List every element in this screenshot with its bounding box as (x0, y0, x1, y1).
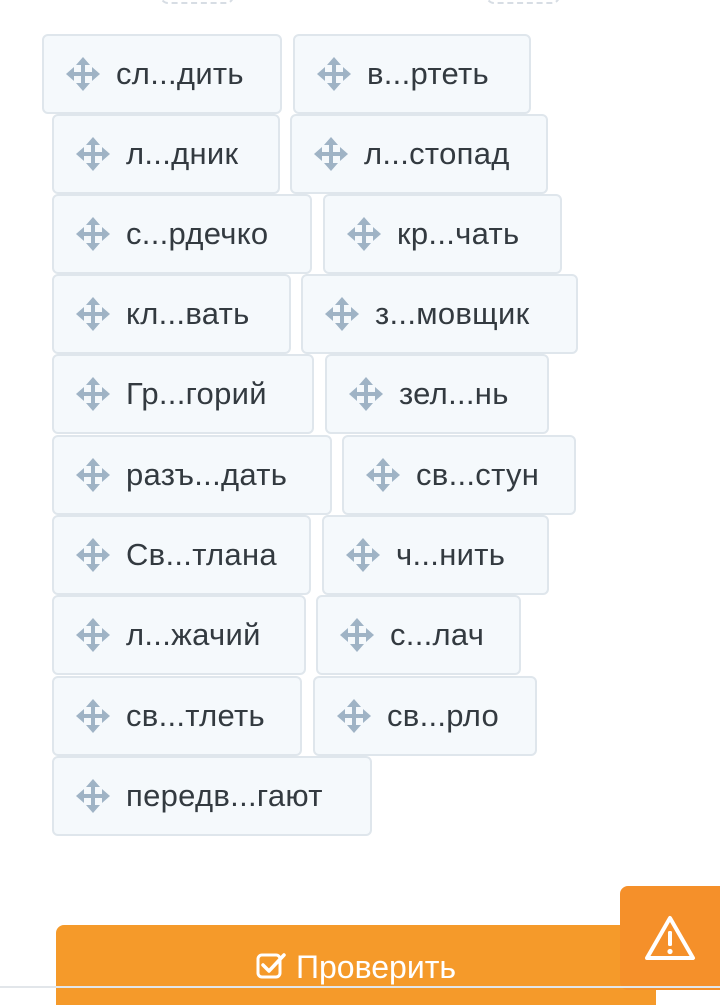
draggable-word-chip[interactable]: л...стопад (290, 114, 548, 194)
move-icon (349, 377, 383, 411)
draggable-word-chip[interactable]: л...жачий (52, 595, 306, 675)
draggable-word-chip[interactable]: св...рло (313, 676, 537, 756)
move-icon (346, 538, 380, 572)
word-text: Св...тлана (126, 537, 277, 572)
draggable-word-chip[interactable]: разъ...дать (52, 435, 332, 515)
move-icon (314, 137, 348, 171)
draggable-word-chip[interactable]: Св...тлана (52, 515, 311, 595)
draggable-word-chip[interactable]: с...лач (316, 595, 521, 675)
draggable-word-chip[interactable]: св...тлеть (52, 676, 302, 756)
word-text: л...стопад (364, 136, 510, 171)
word-text: св...стун (416, 457, 540, 492)
move-icon (347, 217, 381, 251)
word-text: кл...вать (126, 296, 250, 331)
word-text: с...рдечко (126, 216, 269, 251)
draggable-word-chip[interactable]: з...мовщик (301, 274, 578, 354)
word-text: ч...нить (396, 537, 506, 572)
divider (0, 986, 720, 988)
word-text: в...ртеть (367, 56, 489, 91)
checkbox-check-icon (256, 953, 286, 979)
drag-drop-exercise: сл...дить в...ртеть л...дник л...стопад … (0, 0, 720, 1005)
word-text: передв...гают (126, 778, 323, 813)
drop-zone[interactable] (486, 0, 560, 4)
draggable-word-chip[interactable]: л...дник (52, 114, 280, 194)
word-text: л...дник (126, 136, 239, 171)
move-icon (76, 779, 110, 813)
move-icon (66, 57, 100, 91)
move-icon (76, 137, 110, 171)
word-text: с...лач (390, 617, 485, 652)
move-icon (76, 538, 110, 572)
draggable-word-chip[interactable]: в...ртеть (293, 34, 531, 114)
check-button-label: Проверить (295, 949, 457, 985)
draggable-word-chip[interactable]: ч...нить (322, 515, 549, 595)
draggable-word-chip[interactable]: зел...нь (325, 354, 549, 434)
warning-triangle-icon (645, 916, 695, 960)
word-text: л...жачий (126, 617, 261, 652)
drop-zone[interactable] (160, 0, 234, 4)
word-text: разъ...дать (126, 457, 288, 492)
move-icon (76, 297, 110, 331)
move-icon (76, 699, 110, 733)
check-button[interactable]: Проверить (56, 925, 656, 1005)
draggable-word-chip[interactable]: кр...чать (323, 194, 562, 274)
word-text: сл...дить (116, 56, 244, 91)
word-text: зел...нь (399, 376, 509, 411)
word-text: кр...чать (397, 216, 520, 251)
draggable-word-chip[interactable]: сл...дить (42, 34, 282, 114)
draggable-word-chip[interactable]: кл...вать (52, 274, 291, 354)
move-icon (76, 618, 110, 652)
move-icon (76, 217, 110, 251)
word-text: з...мовщик (375, 296, 530, 331)
move-icon (76, 458, 110, 492)
word-text: Гр...горий (126, 376, 267, 411)
move-icon (366, 458, 400, 492)
report-problem-button[interactable] (620, 886, 720, 990)
draggable-word-chip[interactable]: передв...гают (52, 756, 372, 836)
draggable-word-chip[interactable]: Гр...горий (52, 354, 314, 434)
move-icon (76, 377, 110, 411)
move-icon (325, 297, 359, 331)
move-icon (337, 699, 371, 733)
draggable-word-chip[interactable]: с...рдечко (52, 194, 312, 274)
word-text: св...тлеть (126, 698, 265, 733)
move-icon (317, 57, 351, 91)
draggable-word-chip[interactable]: св...стун (342, 435, 576, 515)
word-text: св...рло (387, 698, 500, 733)
move-icon (340, 618, 374, 652)
